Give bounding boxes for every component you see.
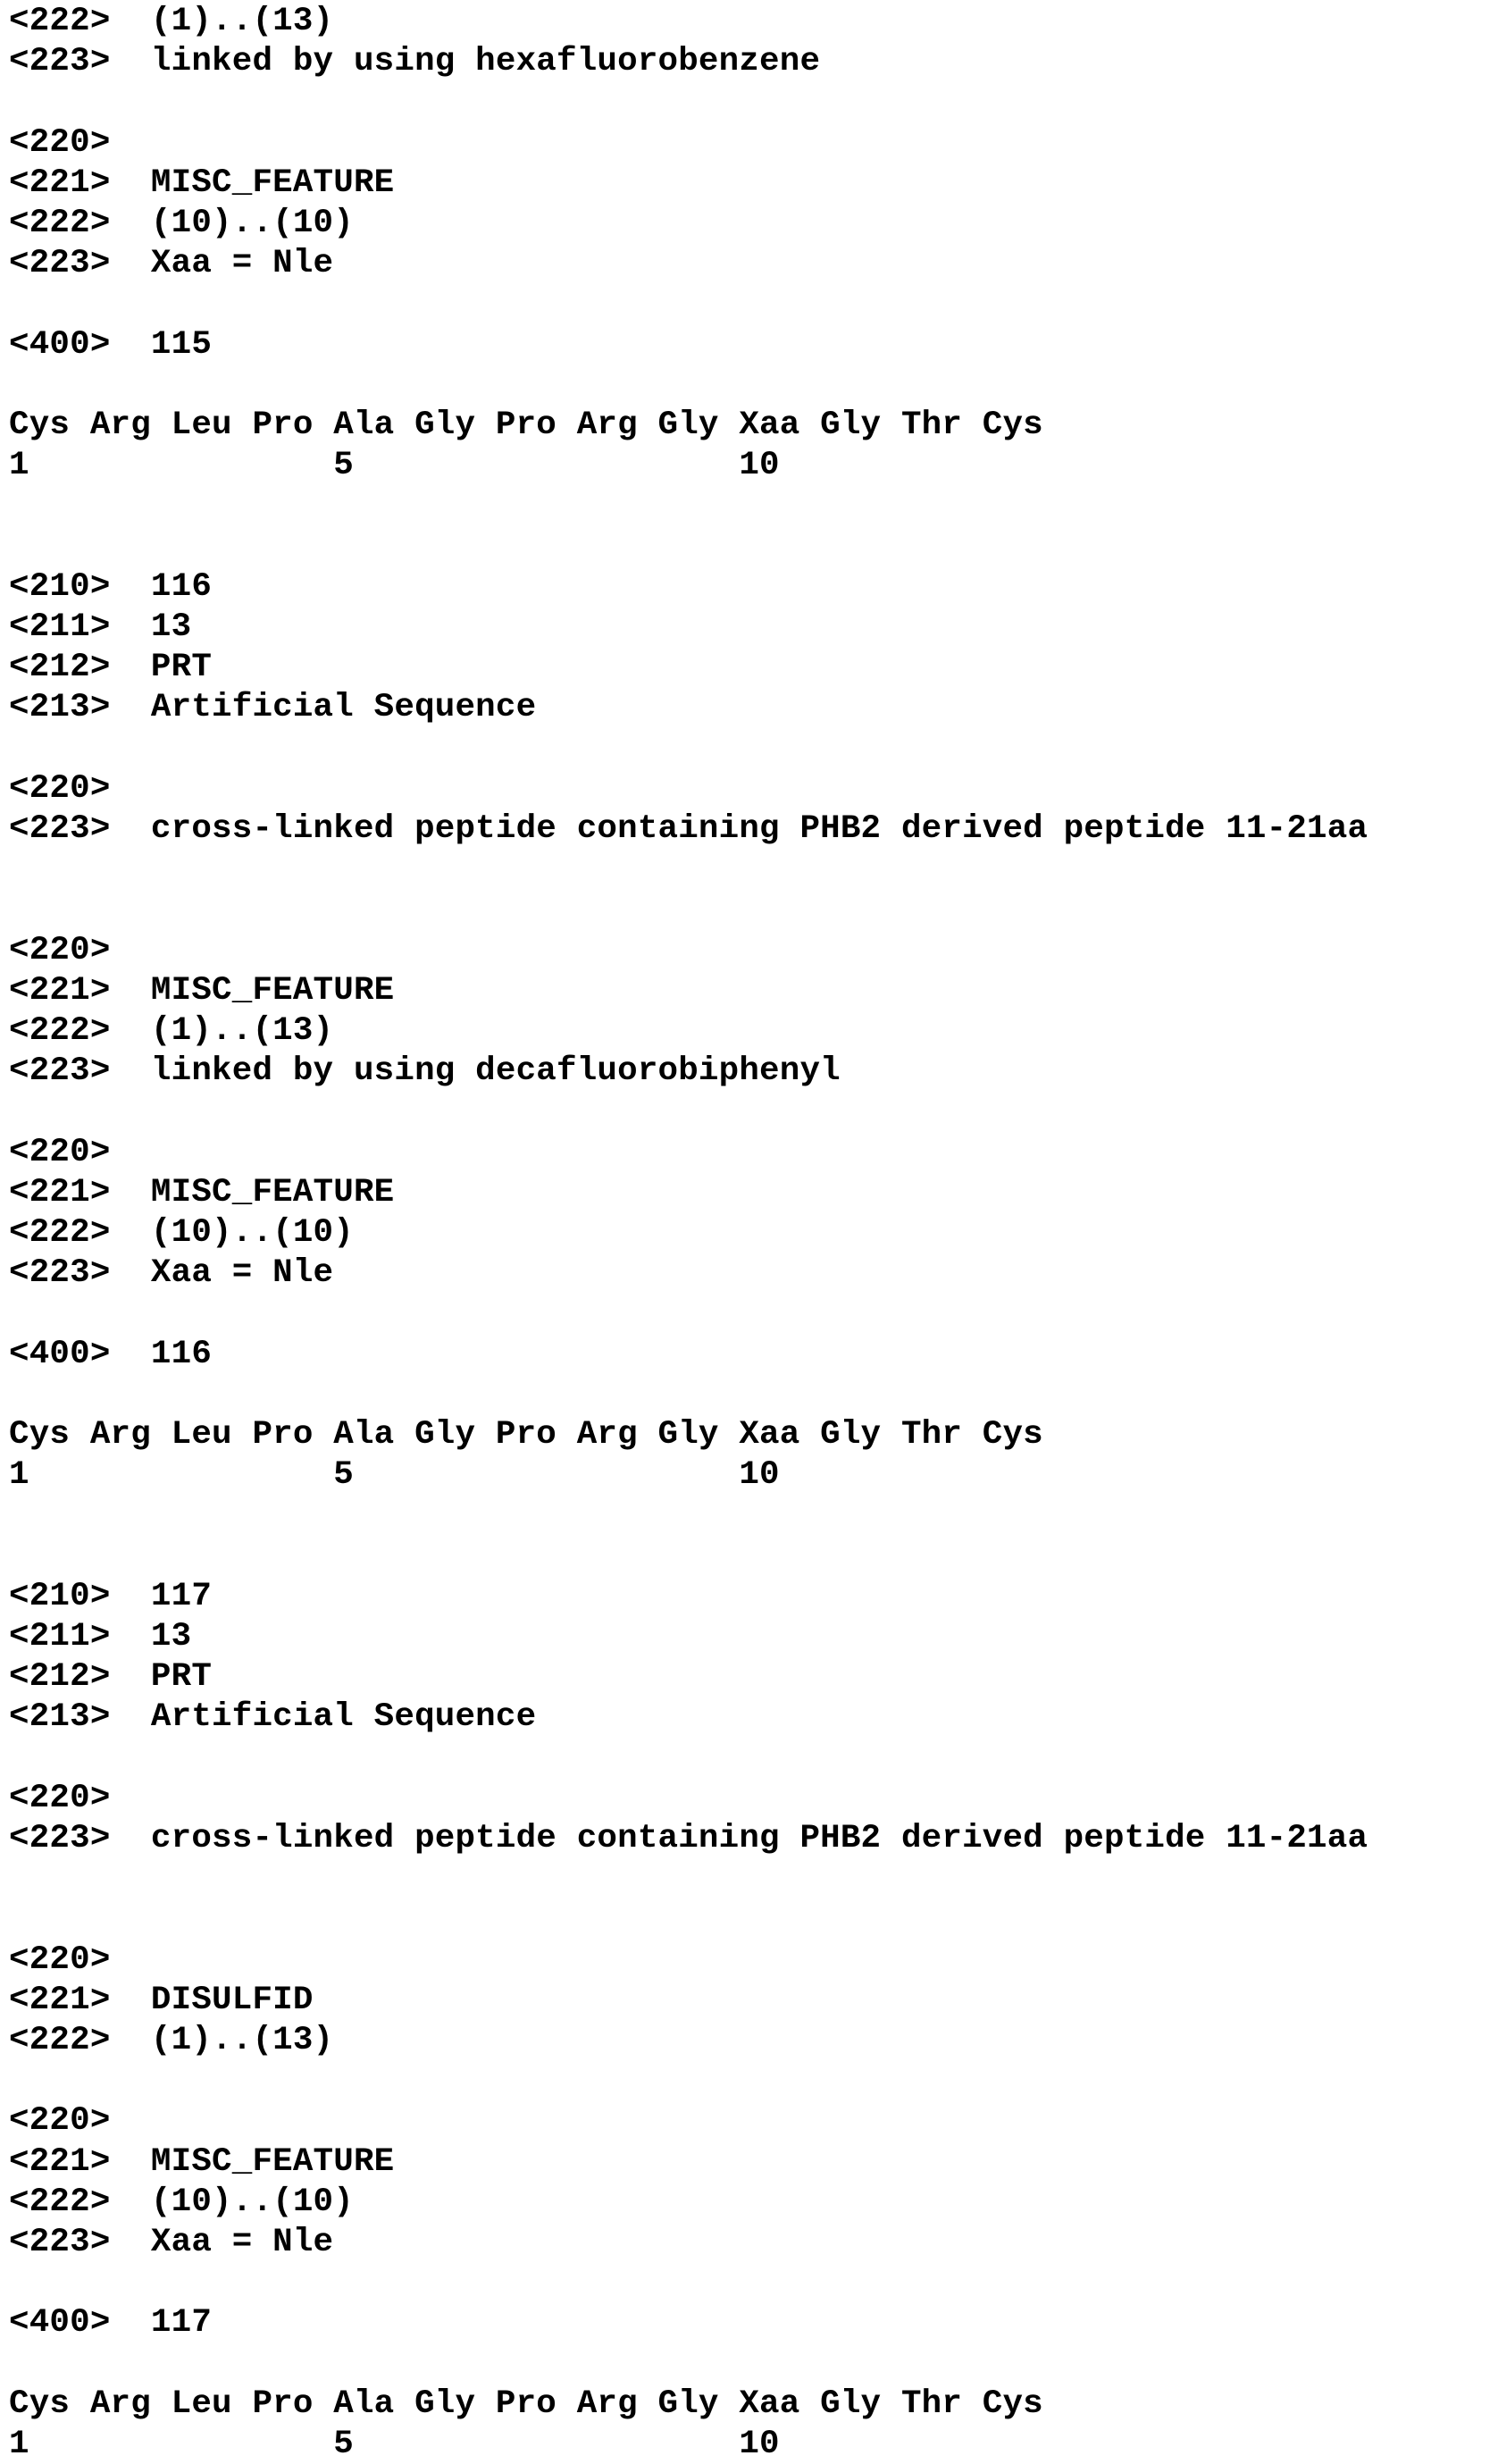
listing-line: <221> MISC_FEATURE bbox=[9, 971, 394, 1010]
listing-line: <222> (10)..(10) bbox=[9, 1213, 354, 1253]
listing-line: <221> MISC_FEATURE bbox=[9, 2142, 394, 2182]
listing-line: <400> 115 bbox=[9, 325, 212, 365]
listing-line: <221> MISC_FEATURE bbox=[9, 163, 394, 203]
listing-line: <400> 116 bbox=[9, 1335, 212, 1374]
listing-line: <223> cross-linked peptide containing PH… bbox=[9, 809, 1368, 849]
listing-line: 1 5 10 bbox=[9, 1455, 780, 1495]
listing-line: Cys Arg Leu Pro Ala Gly Pro Arg Gly Xaa … bbox=[9, 1415, 1043, 1454]
listing-line: <223> Xaa = Nle bbox=[9, 1253, 333, 1293]
listing-line: <220> bbox=[9, 123, 111, 163]
listing-line: <223> Xaa = Nle bbox=[9, 244, 333, 283]
listing-line: <223> Xaa = Nle bbox=[9, 2223, 333, 2262]
listing-line: <223> cross-linked peptide containing PH… bbox=[9, 1819, 1368, 1858]
listing-line: <211> 13 bbox=[9, 1617, 191, 1656]
listing-line: <220> bbox=[9, 1779, 111, 1818]
listing-line: 1 5 10 bbox=[9, 2425, 780, 2464]
listing-line: <213> Artificial Sequence bbox=[9, 688, 536, 727]
listing-line: <222> (10)..(10) bbox=[9, 2183, 354, 2222]
listing-line: <221> DISULFID bbox=[9, 1981, 314, 2020]
listing-line: 1 5 10 bbox=[9, 446, 780, 485]
listing-line: <222> (10)..(10) bbox=[9, 204, 354, 243]
sequence-listing-page: <222> (1)..(13)<223> linked by using hex… bbox=[0, 0, 1498, 2459]
listing-line: <220> bbox=[9, 1940, 111, 1980]
listing-line: <220> bbox=[9, 2101, 111, 2141]
listing-line: <221> MISC_FEATURE bbox=[9, 1173, 394, 1212]
listing-line: Cys Arg Leu Pro Ala Gly Pro Arg Gly Xaa … bbox=[9, 406, 1043, 445]
listing-line: Cys Arg Leu Pro Ala Gly Pro Arg Gly Xaa … bbox=[9, 2384, 1043, 2424]
listing-line: <223> linked by using hexafluorobenzene bbox=[9, 42, 820, 81]
listing-line: <210> 116 bbox=[9, 567, 212, 607]
listing-line: <222> (1)..(13) bbox=[9, 2, 333, 41]
listing-line: <220> bbox=[9, 769, 111, 809]
listing-line: <210> 117 bbox=[9, 1577, 212, 1616]
listing-line: <220> bbox=[9, 931, 111, 970]
listing-line: <211> 13 bbox=[9, 608, 191, 647]
listing-line: <220> bbox=[9, 1133, 111, 1172]
listing-line: <212> PRT bbox=[9, 1657, 212, 1697]
listing-line: <212> PRT bbox=[9, 648, 212, 687]
listing-line: <222> (1)..(13) bbox=[9, 2021, 333, 2060]
listing-line: <223> linked by using decafluorobiphenyl bbox=[9, 1052, 841, 1091]
listing-line: <222> (1)..(13) bbox=[9, 1011, 333, 1051]
listing-line: <400> 117 bbox=[9, 2303, 212, 2342]
listing-line: <213> Artificial Sequence bbox=[9, 1697, 536, 1737]
